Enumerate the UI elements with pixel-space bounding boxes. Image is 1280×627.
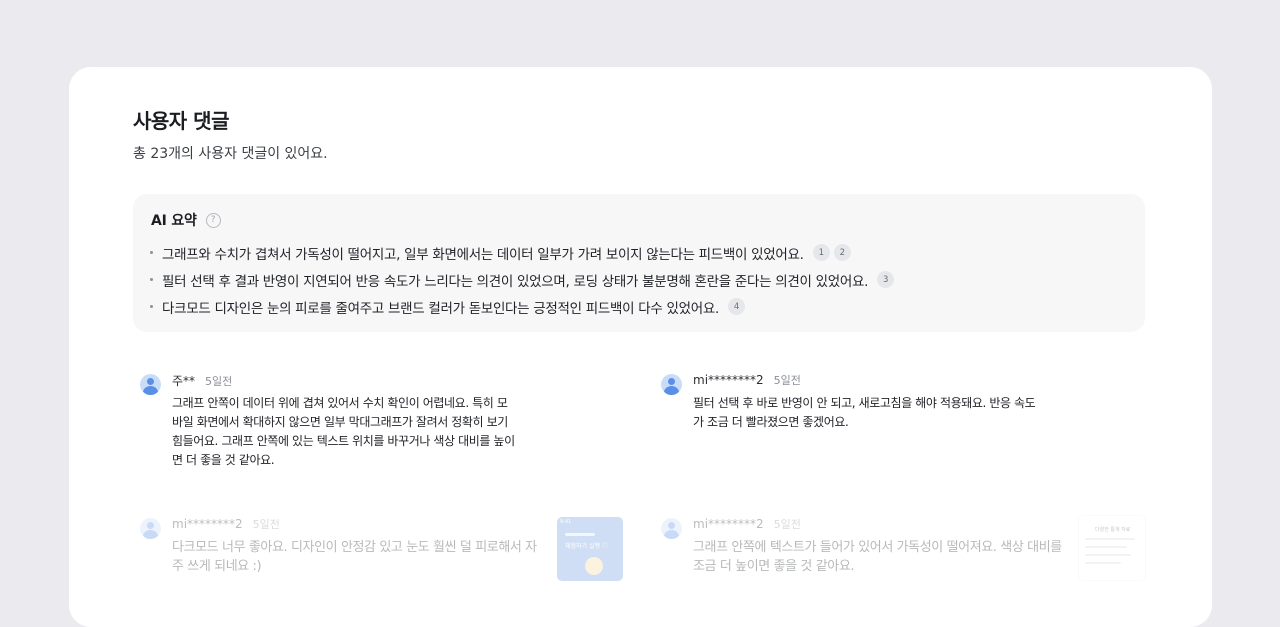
comment-line: 주 쓰게 되네요 :) — [172, 559, 262, 574]
summary-item: 필터 선택 후 결과 반영이 지연되어 반응 속도가 느리다는 의견이 있었으며… — [150, 266, 895, 293]
comment-meta: mi********2 5일전 — [693, 516, 801, 532]
comment-author: mi********2 — [693, 517, 764, 531]
page-title: 사용자 댓글 — [133, 109, 229, 133]
ai-summary-title: AI 요약 — [151, 213, 197, 229]
reference-badge[interactable]: 2 — [833, 244, 851, 261]
thumbnail-status-time: 9:41 — [560, 519, 572, 525]
comment-count-text: 총 23개의 사용자 댓글이 있어요. — [133, 146, 328, 162]
ai-summary-list: 그래프와 수치가 겹쳐서 가독성이 떨어지고, 일부 화면에서는 데이터 일부가… — [150, 239, 895, 320]
comments-card: 사용자 댓글 총 23개의 사용자 댓글이 있어요. AI 요약 ? 그래프와 … — [69, 67, 1212, 627]
comment-line: 조금 더 높이면 좋을 것 같아요. — [693, 559, 855, 574]
bullet-dot — [150, 278, 153, 281]
comment-line: 가 조금 더 빨라졌으면 좋겠어요. — [693, 415, 849, 429]
thumbnail-caption: 체험하기 실행 ⓘ — [565, 543, 608, 550]
summary-text: 그래프와 수치가 겹쳐서 가독성이 떨어지고, 일부 화면에서는 데이터 일부가… — [162, 246, 804, 263]
comment-text: 필터 선택 후 바로 반영이 안 되고, 새로고침을 해야 적용돼요. 반응 속… — [693, 394, 1036, 432]
comment-line: 그래프 안쪽에 텍스트가 들어가 있어서 가독성이 떨어져요. 색상 대비를 — [693, 540, 1062, 555]
comment-line: 그래프 안쪽이 데이터 위에 겹쳐 있어서 수치 확인이 어렵네요. 특히 모 — [172, 396, 508, 410]
comment-line: 면 더 좋을 것 같아요. — [172, 453, 275, 467]
comment-date: 5일전 — [773, 518, 801, 531]
comment-line: 힘들어요. 그래프 안쪽에 있는 텍스트 위치를 바꾸거나 색상 대비를 높이 — [172, 434, 515, 448]
summary-text: 다크모드 디자인은 눈의 피로를 줄여주고 브랜드 컬러가 돋보인다는 긍정적인… — [162, 300, 719, 317]
reference-badge[interactable]: 4 — [727, 298, 745, 315]
comment-text: 그래프 안쪽에 텍스트가 들어가 있어서 가독성이 떨어져요. 색상 대비를 조… — [693, 538, 1062, 576]
comment-line: 필터 선택 후 바로 반영이 안 되고, 새로고침을 해야 적용돼요. 반응 속… — [693, 396, 1036, 410]
thumbnail-caption: 다양한 통계 자료 — [1095, 527, 1131, 533]
comment-text: 다크모드 너무 좋아요. 디자인이 안정감 있고 눈도 훨씬 덜 피로해서 자 … — [172, 538, 537, 576]
reference-badge[interactable]: 1 — [812, 244, 830, 261]
ai-summary-box: AI 요약 ? 그래프와 수치가 겹쳐서 가독성이 떨어지고, 일부 화면에서는… — [133, 194, 1145, 332]
avatar — [140, 374, 161, 395]
summary-item: 다크모드 디자인은 눈의 피로를 줄여주고 브랜드 컬러가 돋보인다는 긍정적인… — [150, 293, 894, 320]
comment-author: 주** — [172, 374, 196, 388]
ai-summary-header: AI 요약 ? — [151, 210, 221, 230]
bullet-dot — [150, 305, 153, 308]
summary-item: 그래프와 수치가 겹쳐서 가독성이 떨어지고, 일부 화면에서는 데이터 일부가… — [150, 239, 894, 266]
comment-text: 그래프 안쪽이 데이터 위에 겹쳐 있어서 수치 확인이 어렵네요. 특히 모 … — [172, 394, 515, 470]
comment-date: 5일전 — [773, 374, 801, 387]
comment-line: 바일 화면에서 확대하지 않으면 일부 막대그래프가 잘려서 정확히 보기 — [172, 415, 508, 429]
avatar — [140, 518, 161, 539]
comment-date: 5일전 — [252, 518, 280, 531]
question-circle-icon[interactable]: ? — [205, 212, 221, 228]
comment-line: 다크모드 너무 좋아요. 디자인이 안정감 있고 눈도 훨씬 덜 피로해서 자 — [172, 540, 537, 555]
attachment-thumbnail[interactable]: 다양한 통계 자료 — [1078, 515, 1146, 581]
comment-date: 5일전 — [205, 375, 233, 388]
avatar — [661, 518, 682, 539]
fade-overlay — [69, 587, 1212, 627]
comment-meta: mi********2 5일전 — [693, 372, 801, 388]
summary-text: 필터 선택 후 결과 반영이 지연되어 반응 속도가 느리다는 의견이 있었으며… — [162, 273, 869, 290]
comment-meta: 주** 5일전 — [172, 372, 232, 389]
comment-meta: mi********2 5일전 — [172, 516, 280, 532]
reference-badge[interactable]: 3 — [877, 271, 895, 288]
comment-author: mi********2 — [693, 373, 764, 387]
bullet-dot — [150, 251, 153, 254]
attachment-thumbnail[interactable]: 9:41 체험하기 실행 ⓘ — [557, 517, 623, 581]
avatar — [661, 374, 682, 395]
comment-author: mi********2 — [172, 517, 243, 531]
